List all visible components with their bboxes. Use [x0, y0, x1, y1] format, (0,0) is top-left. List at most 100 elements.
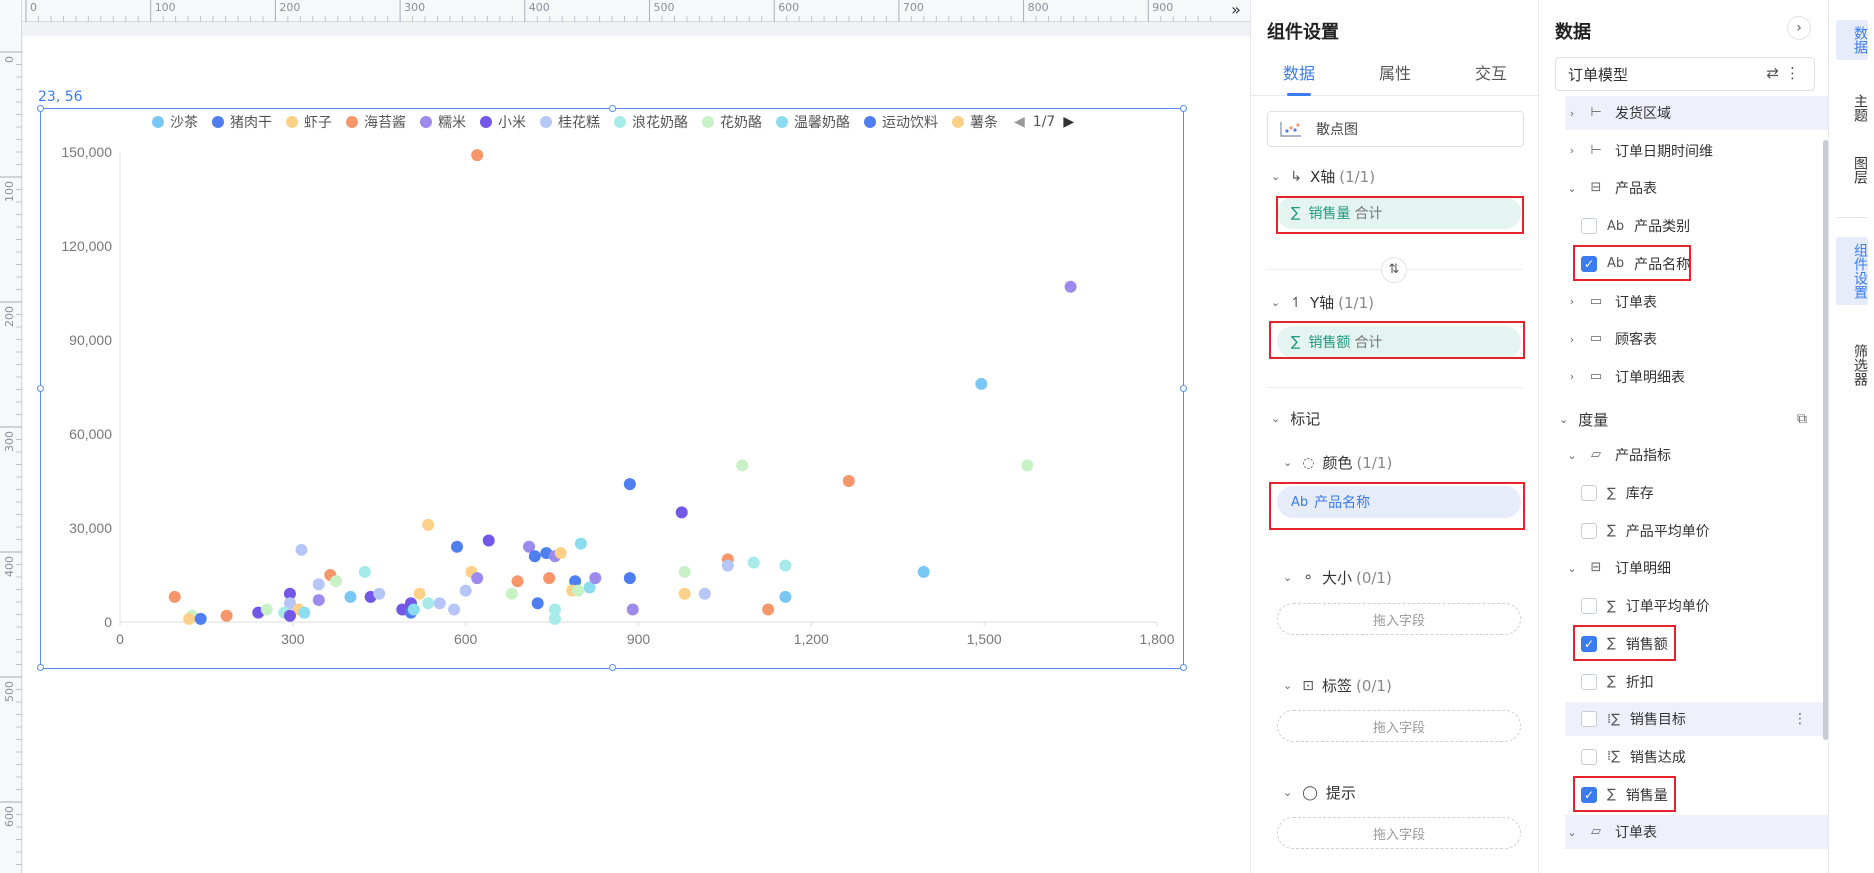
- scatter-point[interactable]: [1021, 459, 1034, 472]
- scatter-point[interactable]: [1064, 280, 1077, 293]
- resize-handle-b[interactable]: [609, 664, 616, 671]
- resize-handle-br[interactable]: [1180, 664, 1187, 671]
- tree-row[interactable]: ⌄ ▱ 订单表: [1565, 815, 1829, 850]
- tree-row[interactable]: Ab 产品类别: [1565, 209, 1829, 243]
- tree-row[interactable]: ∑ 库存: [1565, 476, 1829, 510]
- tag-section[interactable]: ⌄ ⊡ 标签 (0/1): [1283, 675, 1392, 696]
- legend-item[interactable]: 海苔酱: [346, 112, 406, 132]
- resize-handle-t[interactable]: [609, 105, 616, 112]
- tree-row[interactable]: ⌄ ▱ 产品指标: [1565, 438, 1829, 472]
- scatter-point[interactable]: [736, 459, 749, 472]
- field-checkbox[interactable]: [1581, 598, 1597, 615]
- scatter-point[interactable]: [298, 606, 311, 619]
- rail-data[interactable]: 数据: [1836, 20, 1868, 60]
- scatter-point[interactable]: [260, 603, 273, 616]
- scatter-point[interactable]: [747, 556, 760, 569]
- size-section[interactable]: ⌄ ⚬ 大小 (0/1): [1283, 567, 1392, 588]
- rail-filters[interactable]: 筛选器: [1836, 338, 1868, 392]
- tree-row[interactable]: › ▭ 订单表: [1565, 285, 1829, 319]
- field-checkbox[interactable]: [1581, 673, 1597, 690]
- scatter-point[interactable]: [433, 597, 446, 610]
- chevron-right-icon[interactable]: ›: [1565, 370, 1579, 383]
- legend-item[interactable]: 温馨奶酪: [776, 112, 850, 132]
- measures-group[interactable]: ⌄ 度量 ⧉: [1559, 409, 1807, 430]
- scatter-point[interactable]: [531, 597, 544, 610]
- scatter-point[interactable]: [572, 584, 585, 597]
- rail-component-settings[interactable]: 组件设置: [1836, 237, 1868, 305]
- scatter-point[interactable]: [194, 612, 207, 625]
- new-folder-icon[interactable]: ⧉: [1797, 411, 1807, 427]
- scatter-point[interactable]: [295, 543, 308, 556]
- scatter-point[interactable]: [779, 590, 792, 603]
- scatter-point[interactable]: [373, 587, 386, 600]
- scatter-point[interactable]: [554, 547, 567, 560]
- rail-theme[interactable]: 主题: [1836, 88, 1868, 128]
- legend-item[interactable]: 浪花奶酪: [614, 112, 688, 132]
- scatter-point[interactable]: [471, 572, 484, 585]
- chevron-down-icon[interactable]: ⌄: [1565, 562, 1579, 575]
- rail-layers[interactable]: 图层: [1836, 150, 1868, 190]
- x-axis-section[interactable]: ⌄ ↳ X轴 (1/1): [1271, 166, 1375, 187]
- tree-row[interactable]: ∑ 产品平均单价: [1565, 514, 1829, 548]
- tab-data[interactable]: 数据: [1259, 58, 1339, 96]
- scatter-point[interactable]: [678, 565, 691, 578]
- model-actions[interactable]: ⇄⋮: [1766, 64, 1806, 82]
- field-checkbox[interactable]: [1581, 711, 1597, 728]
- tab-interaction[interactable]: 交互: [1451, 58, 1531, 95]
- tree-row[interactable]: ∑ 折扣: [1565, 665, 1829, 699]
- legend-item[interactable]: 小米: [480, 112, 526, 132]
- chart-type-selector[interactable]: 散点图: [1267, 111, 1524, 147]
- scatter-point[interactable]: [168, 590, 181, 603]
- tag-drop-slot[interactable]: 拖入字段: [1277, 710, 1521, 742]
- scatter-point[interactable]: [407, 603, 420, 616]
- legend-item[interactable]: 糯米: [420, 112, 466, 132]
- legend-item[interactable]: 运动饮料: [864, 112, 938, 132]
- more-icon[interactable]: ⋮: [1793, 711, 1807, 727]
- tree-row[interactable]: ⌄ ⊟ 订单明细: [1565, 551, 1829, 585]
- scatter-point[interactable]: [283, 609, 296, 622]
- tab-properties[interactable]: 属性: [1355, 58, 1435, 95]
- color-section[interactable]: ⌄ ◌ 颜色 (1/1): [1283, 452, 1392, 473]
- field-checkbox[interactable]: [1581, 218, 1597, 235]
- field-checkbox[interactable]: [1581, 748, 1597, 765]
- scatter-point[interactable]: [917, 565, 930, 578]
- scatter-point[interactable]: [548, 612, 561, 625]
- tree-row[interactable]: ⌄ ⊟ 产品表: [1565, 171, 1829, 205]
- tree-row[interactable]: › ⊢ 发货区域: [1565, 96, 1829, 130]
- scatter-point[interactable]: [779, 559, 792, 572]
- scatter-point[interactable]: [220, 609, 233, 622]
- scatter-point[interactable]: [451, 540, 464, 553]
- size-drop-slot[interactable]: 拖入字段: [1277, 603, 1521, 635]
- y-axis-section[interactable]: ⌄ ↿ Y轴 (1/1): [1271, 292, 1374, 313]
- tooltip-drop-slot[interactable]: 拖入字段: [1277, 817, 1521, 849]
- tree-row[interactable]: ⁞∑ 销售目标 ⋮: [1565, 702, 1829, 737]
- scatter-point[interactable]: [842, 475, 855, 487]
- scatter-point[interactable]: [543, 572, 556, 585]
- tree-row[interactable]: ⁞∑ 销售达成: [1565, 740, 1829, 774]
- scatter-point[interactable]: [721, 559, 734, 572]
- tree-row[interactable]: › ▭ 顾客表: [1565, 322, 1829, 356]
- chevron-down-icon[interactable]: ⌄: [1565, 182, 1579, 195]
- scatter-point[interactable]: [678, 587, 691, 600]
- swap-axes-icon[interactable]: ⇅: [1381, 257, 1407, 283]
- scatter-point[interactable]: [528, 550, 541, 563]
- tree-row[interactable]: › ▭ 订单明细表: [1565, 360, 1829, 394]
- scatter-point[interactable]: [574, 537, 587, 550]
- scatter-point[interactable]: [482, 534, 495, 547]
- chevron-right-icon[interactable]: ›: [1565, 144, 1579, 157]
- legend-item[interactable]: 薯条: [952, 112, 998, 132]
- tree-row[interactable]: › ⊢ 订单日期时间维: [1565, 134, 1829, 168]
- scatter-point[interactable]: [762, 603, 775, 616]
- scatter-point[interactable]: [589, 572, 602, 585]
- chevron-right-icon[interactable]: ›: [1565, 333, 1579, 346]
- legend-item[interactable]: 沙茶: [152, 112, 198, 132]
- scatter-chart[interactable]: 0 30,000 60,000 90,000 120,000 150,000 0 300 600…: [40, 130, 1184, 660]
- resize-handle-bl[interactable]: [37, 664, 44, 671]
- scatter-point[interactable]: [413, 587, 426, 600]
- chevron-down-icon[interactable]: ⌄: [1565, 826, 1579, 839]
- scatter-point[interactable]: [183, 612, 196, 625]
- legend-prev-icon[interactable]: ◀: [1014, 114, 1025, 130]
- scatter-point[interactable]: [623, 478, 636, 491]
- scatter-point[interactable]: [344, 590, 357, 603]
- field-checkbox[interactable]: [1581, 485, 1597, 501]
